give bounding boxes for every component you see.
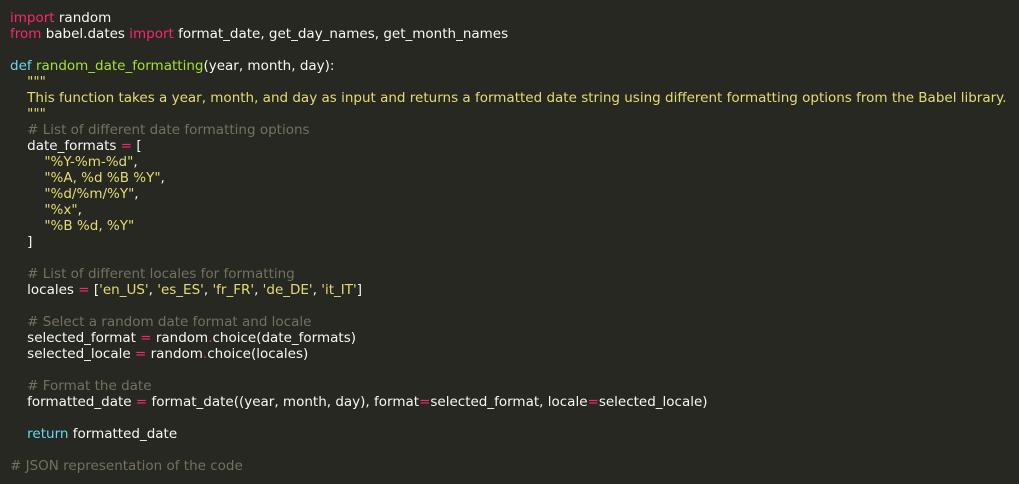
code-line: # JSON representation of the code bbox=[10, 458, 1019, 474]
code-line: from babel.dates import format_date, get… bbox=[10, 26, 1019, 42]
code-token: locales bbox=[10, 282, 79, 298]
code-line: # List of different locales for formatti… bbox=[10, 266, 1019, 282]
code-token: , bbox=[160, 170, 165, 186]
code-token: This function takes a year, month, and d… bbox=[10, 90, 1007, 106]
code-line: This function takes a year, month, and d… bbox=[10, 90, 1019, 106]
code-token: """ bbox=[10, 106, 46, 122]
code-token: , bbox=[148, 282, 158, 298]
code-line: "%A, %d %B %Y", bbox=[10, 170, 1019, 186]
code-line: def random_date_formatting(year, month, … bbox=[10, 58, 1019, 74]
code-token: = bbox=[78, 282, 90, 298]
code-token: choice(locales) bbox=[207, 346, 309, 362]
code-token: = bbox=[419, 394, 431, 410]
code-token: "%A, %d %B %Y" bbox=[10, 170, 161, 186]
code-line: """ bbox=[10, 74, 1019, 90]
code-token: ] bbox=[356, 282, 362, 298]
code-token: from bbox=[10, 26, 42, 42]
code-line: locales = ['en_US', 'es_ES', 'fr_FR', 'd… bbox=[10, 282, 1019, 298]
code-token: formatted_date bbox=[10, 394, 136, 410]
code-token: random_date_formatting bbox=[35, 58, 204, 74]
code-token: 'fr_FR' bbox=[212, 282, 255, 298]
code-token: "%Y-%m-%d" bbox=[10, 154, 134, 170]
code-line: ] bbox=[10, 234, 1019, 250]
code-token: # Format the date bbox=[10, 378, 152, 394]
code-token: formatted_date bbox=[68, 426, 178, 442]
code-token: selected_locale bbox=[10, 346, 135, 362]
code-line: "%x", bbox=[10, 202, 1019, 218]
code-token: def bbox=[10, 58, 32, 74]
code-token: """ bbox=[10, 74, 46, 90]
code-token: "%B %d, %Y" bbox=[10, 218, 135, 234]
code-line: date_formats = [ bbox=[10, 138, 1019, 154]
code-line: # Select a random date format and locale bbox=[10, 314, 1019, 330]
code-token: "%d/%m/%Y" bbox=[10, 186, 135, 202]
code-token: 'it_IT' bbox=[321, 282, 357, 298]
code-token: 'es_ES' bbox=[157, 282, 204, 298]
code-token: selected_format bbox=[10, 330, 141, 346]
code-line: selected_format = random.choice(date_for… bbox=[10, 330, 1019, 346]
code-line: "%d/%m/%Y", bbox=[10, 186, 1019, 202]
code-token: [ bbox=[132, 138, 142, 154]
code-token: # List of different date formatting opti… bbox=[10, 122, 310, 138]
code-token: # Select a random date format and locale bbox=[10, 314, 312, 330]
code-line: import random bbox=[10, 10, 1019, 26]
code-token: = bbox=[140, 330, 152, 346]
code-token: 'en_US' bbox=[99, 282, 149, 298]
code-token: selected_locale) bbox=[598, 394, 708, 410]
code-token: random bbox=[151, 330, 209, 346]
code-token: 'de_DE' bbox=[262, 282, 313, 298]
code-token: selected_format, locale bbox=[430, 394, 588, 410]
code-token: = bbox=[120, 138, 133, 154]
code-line: "%B %d, %Y" bbox=[10, 218, 1019, 234]
code-token: , bbox=[312, 282, 322, 298]
code-token: babel.dates bbox=[41, 26, 130, 42]
code-line: # Format the date bbox=[10, 378, 1019, 394]
code-token: format_date, get_day_names, get_month_na… bbox=[173, 26, 509, 42]
code-token: random bbox=[146, 346, 203, 362]
code-token: (year, month, day): bbox=[203, 58, 335, 74]
code-token: ] bbox=[10, 234, 33, 250]
code-token: "%x" bbox=[10, 202, 78, 218]
code-token: random bbox=[54, 10, 112, 26]
code-token: = bbox=[587, 394, 599, 410]
code-token: , bbox=[134, 186, 139, 202]
code-line: formatted_date = format_date((year, mont… bbox=[10, 394, 1019, 410]
code-line: return formatted_date bbox=[10, 426, 1019, 442]
code-token: return bbox=[27, 426, 69, 442]
code-token: , bbox=[254, 282, 263, 298]
code-token: # List of different locales for formatti… bbox=[10, 266, 295, 282]
code-token: [ bbox=[89, 282, 100, 298]
code-line: """ bbox=[10, 106, 1019, 122]
code-token: import bbox=[10, 10, 55, 26]
code-line: # List of different date formatting opti… bbox=[10, 122, 1019, 138]
code-token: format_date((year, month, day), format bbox=[147, 394, 420, 410]
code-token: import bbox=[129, 26, 174, 42]
code-token: , bbox=[133, 154, 138, 170]
code-editor[interactable]: import random from babel.dates import for… bbox=[0, 0, 1019, 484]
code-token: # JSON representation of the code bbox=[10, 458, 243, 474]
code-line: selected_locale = random.choice(locales) bbox=[10, 346, 1019, 362]
code-token: = bbox=[135, 394, 148, 410]
code-token: = bbox=[134, 346, 147, 362]
code-token: date_formats bbox=[10, 138, 121, 154]
code-token: , bbox=[77, 202, 82, 218]
code-line: "%Y-%m-%d", bbox=[10, 154, 1019, 170]
code-token: choice(date_formats) bbox=[212, 330, 357, 346]
